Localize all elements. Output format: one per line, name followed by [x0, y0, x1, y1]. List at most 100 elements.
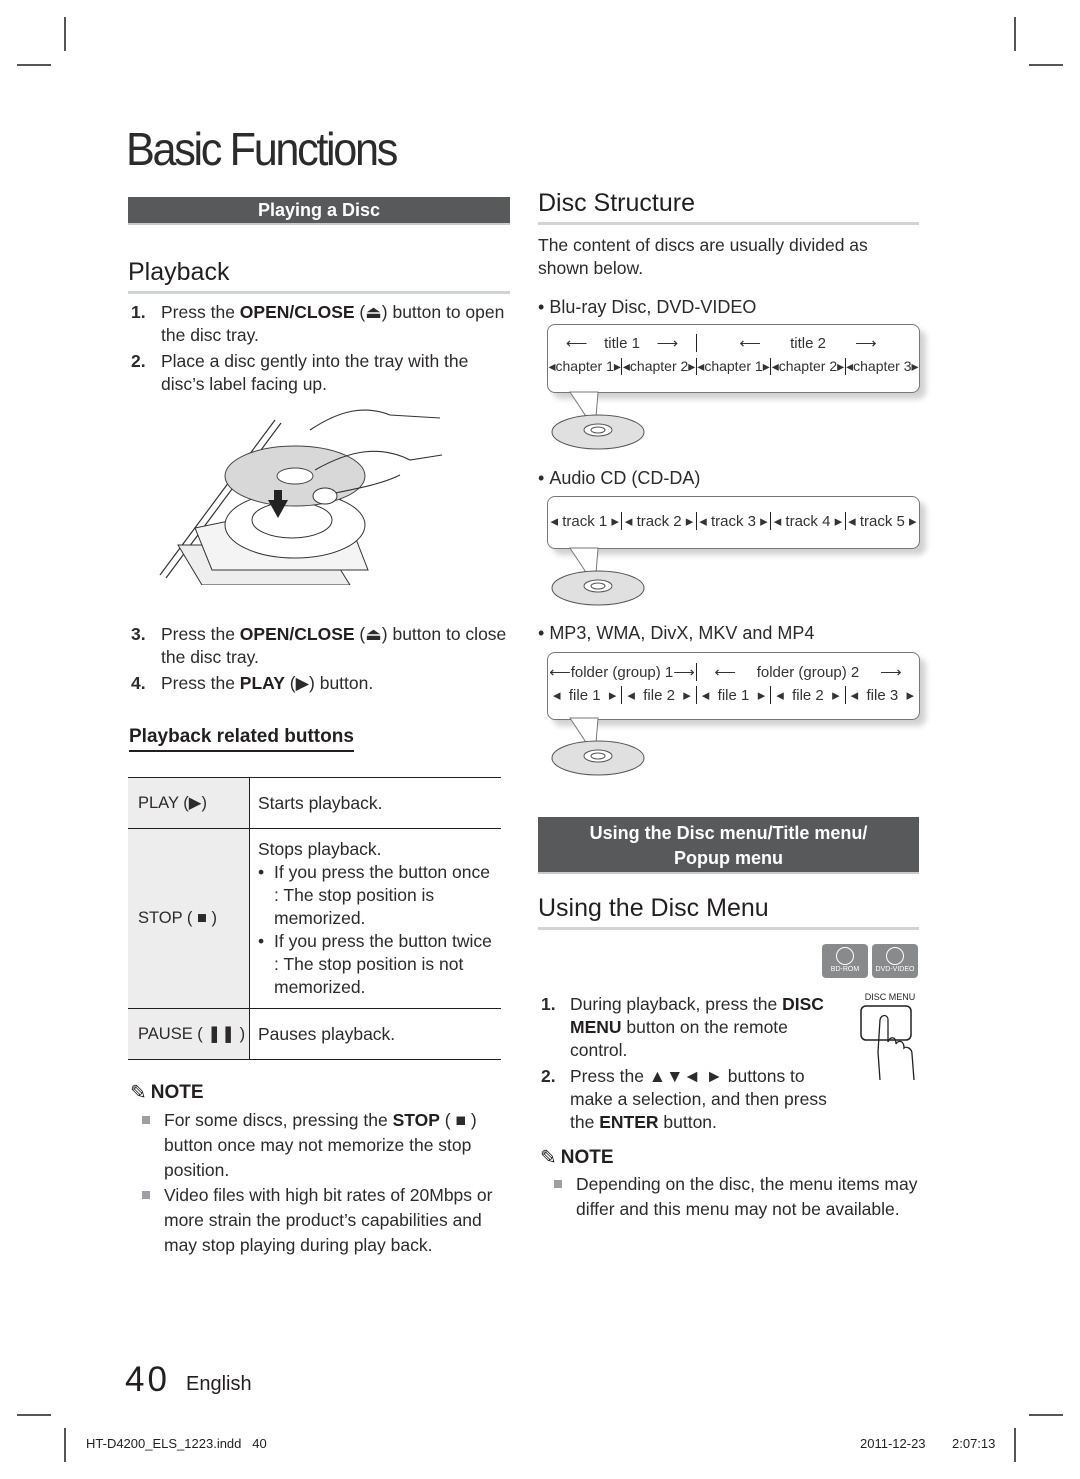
- bullet-dot: •: [538, 297, 550, 317]
- folder-label: folder (group) 2: [756, 664, 860, 681]
- table-bullet: • If you press the button once : The stop…: [258, 861, 493, 930]
- steps-list-a: 1. Press the OPEN/CLOSE (⏏) button to op…: [131, 301, 511, 396]
- chapter-label: chapter 1: [704, 358, 763, 374]
- file-segment: ◂ file 2 ▸: [770, 686, 844, 704]
- table-desc: Pauses playback.: [249, 1008, 501, 1060]
- footer-filename: HT-D4200_ELS_1223.indd 40: [86, 1436, 267, 1451]
- note-bold: STOP: [392, 1110, 440, 1130]
- step-item: 2. Press the ▲▼◄ ► buttons to make a sel…: [541, 1065, 841, 1134]
- track-label: track 4: [785, 513, 831, 530]
- disc-icon: [551, 547, 645, 606]
- bullet-text: If you press the button twice : The stop…: [274, 931, 492, 997]
- track-label: track 3: [711, 513, 757, 530]
- crop-mark: [17, 1414, 51, 1416]
- file-label: file 2: [792, 687, 824, 704]
- heading-playback-text: Playback: [128, 258, 230, 286]
- folder-row: ⟵folder (group) 1⟶ ⟵ folder (group) 2 ⟶: [548, 663, 919, 681]
- folder-segment: ⟵folder (group) 1⟶: [549, 664, 695, 681]
- note-label: NOTE: [560, 1146, 614, 1168]
- step-number: 3.: [131, 624, 146, 644]
- heading-playback: Playback: [128, 258, 510, 294]
- table-desc-cell: Stops playback. • If you press the button…: [249, 828, 501, 1009]
- crop-mark: [64, 17, 66, 51]
- bullet-label: MP3, WMA, DivX, MKV and MP4: [549, 623, 815, 643]
- track-label: track 5: [859, 513, 905, 530]
- chapter-segment: ◂chapter 2▸: [621, 358, 696, 375]
- title-segment: ⟵ title 2 ⟶: [696, 334, 919, 352]
- step-number: 2.: [131, 351, 146, 371]
- table-key: PAUSE ( ❚❚ ): [128, 1008, 250, 1060]
- disc-icon: [551, 391, 645, 450]
- track-segment: ◂ track 4 ▸: [770, 512, 844, 530]
- step-bold: OPEN/CLOSE: [239, 302, 355, 322]
- disc-type-badges: BD-ROM DVD-VIDEO: [822, 944, 918, 978]
- note-label: NOTE: [150, 1081, 204, 1103]
- bullet-audiocd: • Audio CD (CD-DA): [538, 467, 700, 490]
- step-text: Press the: [161, 302, 240, 322]
- badge-label: DVD-VIDEO: [875, 966, 915, 973]
- disc-tray-illustration: [159, 409, 443, 585]
- chapter-label: chapter 1: [555, 358, 614, 374]
- table-row: STOP ( ■ ) Stops playback. • If you press…: [128, 828, 501, 1009]
- note-item: Video files with high bit rates of 20Mbp…: [142, 1183, 505, 1258]
- page-language: English: [186, 1373, 252, 1395]
- section-bar-label: Playing a Disc: [257, 200, 381, 220]
- note-header: ✎ NOTE: [540, 1145, 920, 1170]
- step-text: button.: [658, 1112, 717, 1132]
- section-bar-playing-a-disc: Playing a Disc: [128, 197, 510, 225]
- disc-icon: [551, 717, 645, 776]
- note-list: Depending on the disc, the menu items ma…: [540, 1172, 920, 1222]
- title-row: ⟵ title 1 ⟶ ⟵ title 2 ⟶: [548, 334, 919, 352]
- file-segment: ◂ file 2 ▸: [621, 686, 695, 704]
- disc-structure-intro: The content of discs are usually divided…: [538, 235, 868, 278]
- bullet-files: • MP3, WMA, DivX, MKV and MP4: [538, 622, 814, 645]
- heading-using-disc-menu: Using the Disc Menu: [538, 894, 919, 930]
- chapter-label: chapter 2: [778, 358, 838, 374]
- table-bullet: • If you press the button twice : The sto…: [258, 930, 493, 999]
- folder-segment: ⟵ folder (group) 2 ⟶: [696, 663, 919, 681]
- step-item: 3. Press the OPEN/CLOSE (⏏) button to cl…: [131, 623, 511, 669]
- track-segment: ◂ track 2 ▸: [621, 512, 695, 530]
- bullet-label: Blu-ray Disc, DVD-VIDEO: [549, 297, 757, 317]
- note-text: Video files with high bit rates of 20Mbp…: [164, 1185, 493, 1255]
- bullet-dot: •: [258, 862, 265, 882]
- title-segment: ⟵ title 1 ⟶: [565, 335, 679, 352]
- section-bar-line: Using the Disc menu/Title menu/: [589, 823, 868, 843]
- chapter-segment: ◂chapter 2▸: [770, 358, 845, 375]
- step-number: 1.: [541, 994, 556, 1014]
- file-segment: ◂ file 3 ▸: [844, 686, 919, 704]
- bullet-text: If you press the button once : The stop …: [274, 862, 490, 928]
- track-label: track 1: [562, 513, 608, 530]
- chapter-label: chapter 2: [629, 358, 689, 374]
- chapter-segment: ◂chapter 1▸: [695, 358, 770, 375]
- track-label: track 2: [636, 513, 682, 530]
- steps-list-b: 3. Press the OPEN/CLOSE (⏏) button to cl…: [131, 623, 511, 695]
- file-label: file 1: [717, 687, 750, 704]
- crop-mark: [1014, 1428, 1016, 1462]
- badge-label: BD-ROM: [830, 966, 860, 973]
- file-segment: ◂ file 1 ▸: [552, 687, 617, 704]
- step-number: 1.: [131, 302, 146, 322]
- note-block-left: ✎ NOTE For some discs, pressing the STOP…: [130, 1080, 505, 1258]
- dvd-video-badge: DVD-VIDEO: [872, 944, 918, 978]
- note-item: Depending on the disc, the menu items ma…: [554, 1172, 920, 1222]
- disc-icon: [886, 947, 904, 965]
- footer-time: 2:07:13: [952, 1436, 996, 1451]
- bluray-structure-diagram: ⟵ title 1 ⟶ ⟵ title 2 ⟶ ◂chapter 1▸ ◂cha…: [547, 324, 920, 393]
- subheading-playback-buttons: Playback related buttons: [129, 726, 354, 752]
- file-label: file 1: [568, 687, 601, 704]
- footer-date: 2011-12-23: [860, 1436, 926, 1451]
- step-bold: PLAY: [239, 673, 285, 693]
- bullet-bluray: • Blu-ray Disc, DVD-VIDEO: [538, 296, 756, 319]
- audiocd-structure-diagram: ◂ track 1 ▸ ◂ track 2 ▸ ◂ track 3 ▸ ◂ tr…: [547, 496, 920, 549]
- files-structure-diagram: ⟵folder (group) 1⟶ ⟵ folder (group) 2 ⟶ …: [547, 652, 920, 720]
- title-label: title 1: [604, 335, 640, 352]
- disc-menu-steps: 1. During playback, press the DISC MENU …: [541, 993, 841, 1134]
- step-item: 4. Press the PLAY (▶) button.: [131, 672, 511, 695]
- step-item: 2. Place a disc gently into the tray wit…: [131, 350, 511, 396]
- page-title: Basic Functions: [126, 123, 398, 175]
- bullet-label: Audio CD (CD-DA): [549, 468, 701, 488]
- file-label: file 3: [866, 687, 899, 704]
- track-segment: ◂ track 1 ▸: [550, 513, 619, 530]
- table-key: PLAY (▶): [128, 777, 250, 829]
